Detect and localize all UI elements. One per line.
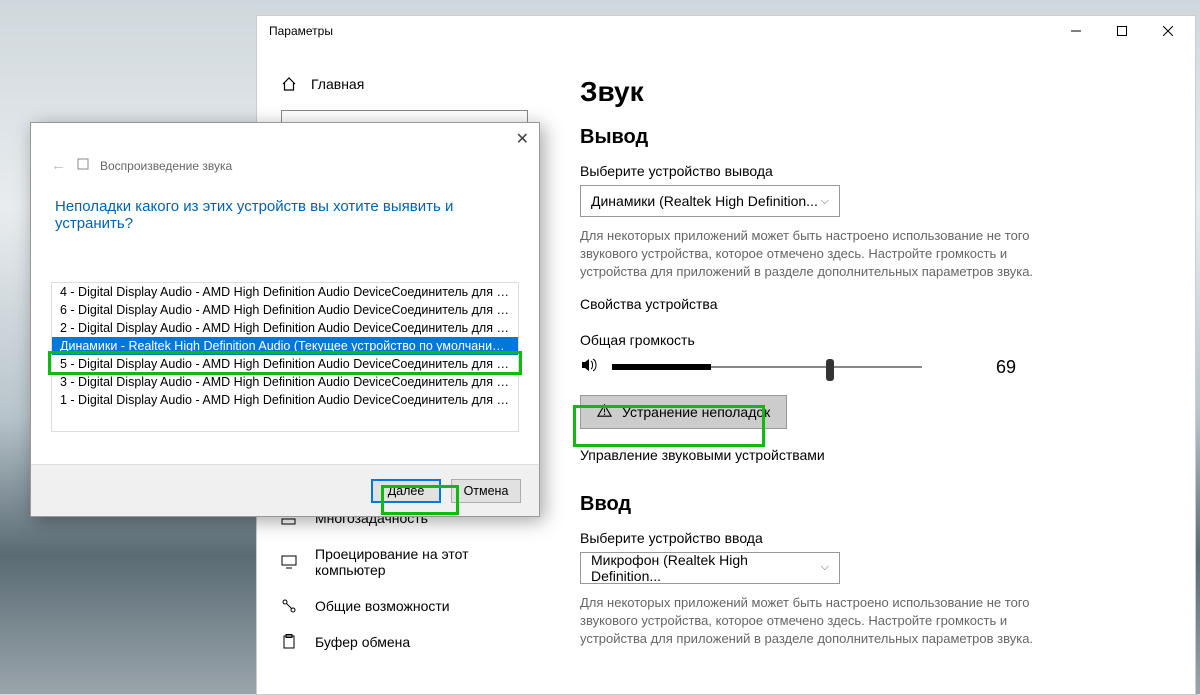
dialog-close-button[interactable]: ✕ [516,129,529,149]
clipboard-icon [281,634,297,650]
list-item[interactable]: 1 - Digital Display Audio - AMD High Def… [52,391,518,409]
chevron-down-icon: ⌵ [821,561,829,574]
sidebar-item-projecting[interactable]: Проецирование на этот компьютер [257,536,552,588]
warning-icon [597,403,612,421]
input-desc: Для некоторых приложений может быть наст… [580,594,1040,649]
output-desc: Для некоторых приложений может быть наст… [580,227,1040,282]
next-label: Далее [388,484,425,498]
dialog-footer: Далее Отмена [31,464,539,516]
volume-slider[interactable] [612,357,922,377]
minimize-button[interactable] [1053,16,1099,46]
next-button[interactable]: Далее [371,479,441,503]
cancel-label: Отмена [464,484,509,498]
input-device-label: Выберите устройство ввода [580,530,1155,546]
volume-value: 69 [996,357,1016,378]
main-content: Звук Вывод Выберите устройство вывода Ди… [552,46,1195,694]
sidebar-home-label: Главная [311,76,364,92]
speaker-icon [580,356,598,379]
back-arrow-icon[interactable]: ← [51,157,66,174]
shared-icon [281,598,297,614]
output-heading: Вывод [580,126,1155,149]
close-button[interactable] [1145,16,1191,46]
input-device-combo[interactable]: Микрофон (Realtek High Definition... ⌵ [580,552,840,584]
sidebar-item-label: Буфер обмена [315,634,410,650]
audio-icon [76,157,90,174]
output-device-combo[interactable]: Динамики (Realtek High Definition... ⌵ [580,185,840,217]
window-controls [1053,16,1191,46]
list-item[interactable]: 5 - Digital Display Audio - AMD High Def… [52,355,518,373]
list-item[interactable]: 3 - Digital Display Audio - AMD High Def… [52,373,518,391]
window-title: Параметры [269,24,333,38]
sidebar-item-label: Проецирование на этот компьютер [315,546,528,578]
troubleshoot-label: Устранение неполадок [622,404,770,420]
list-item[interactable]: 4 - Digital Display Audio - AMD High Def… [52,283,518,301]
sidebar-item-label: Общие возможности [315,598,450,614]
sidebar-item-shared[interactable]: Общие возможности [257,588,552,624]
dialog-title: Воспроизведение звука [100,159,232,173]
troubleshooter-dialog: ✕ ← Воспроизведение звука Неполадки како… [30,122,540,517]
list-item[interactable]: 6 - Digital Display Audio - AMD High Def… [52,301,518,319]
dialog-header: ← Воспроизведение звука [31,123,539,184]
slider-fill [612,364,711,370]
device-properties-link[interactable]: Свойства устройства [580,296,1155,312]
home-icon [281,76,297,92]
projecting-icon [281,554,297,570]
output-device-label: Выберите устройство вывода [580,163,1155,179]
chevron-down-icon: ⌵ [821,195,829,208]
page-title: Звук [580,76,1155,108]
slider-thumb[interactable] [826,359,834,381]
maximize-button[interactable] [1099,16,1145,46]
troubleshoot-button[interactable]: Устранение неполадок [580,395,787,429]
manage-devices-link[interactable]: Управление звуковыми устройствами [580,447,1155,463]
output-device-value: Динамики (Realtek High Definition... [591,193,818,209]
sidebar-item-clipboard[interactable]: Буфер обмена [257,624,552,660]
titlebar: Параметры [257,16,1195,46]
input-heading: Ввод [580,493,1155,516]
list-item[interactable]: 2 - Digital Display Audio - AMD High Def… [52,319,518,337]
device-list[interactable]: 4 - Digital Display Audio - AMD High Def… [51,282,519,432]
volume-label: Общая громкость [580,332,1155,348]
dialog-question: Неполадки какого из этих устройств вы хо… [31,184,539,256]
list-item-selected[interactable]: Динамики - Realtek High Definition Audio… [52,337,518,355]
volume-row: 69 [580,356,1155,379]
input-device-value: Микрофон (Realtek High Definition... [591,552,821,584]
sidebar-home[interactable]: Главная [257,66,552,102]
cancel-button[interactable]: Отмена [451,479,521,503]
